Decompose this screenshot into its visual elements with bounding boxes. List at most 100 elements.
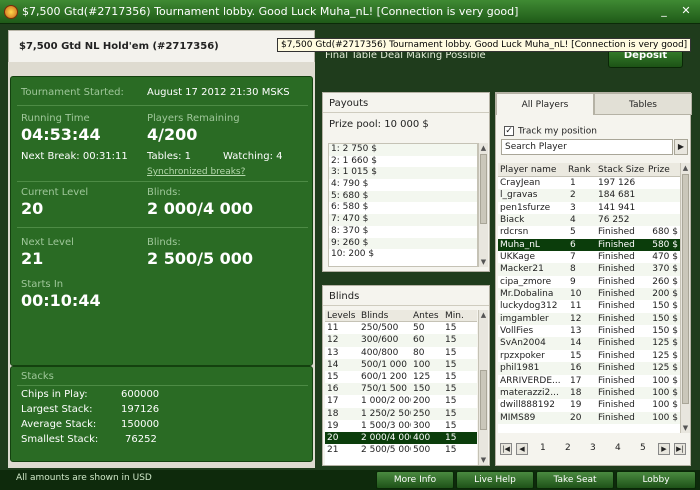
track-position[interactable]: ✓ Track my position [504,126,597,137]
player-cell: 15 [570,350,582,361]
track-position-checkbox[interactable]: ✓ [504,126,514,136]
player-row[interactable]: cipa_zmore 9 Finished 260 $ [498,276,680,288]
player-row[interactable]: CrayJean 1 197 126 [498,177,680,189]
blind-level-row[interactable]: 13 400/800 80 15 [325,347,477,359]
col-header[interactable]: Antes [413,310,439,322]
live-help-button[interactable]: Live Help [456,471,534,489]
player-row[interactable]: materazzi2... 18 Finished 100 $ [498,386,680,400]
page-link[interactable]: 1 [540,443,546,453]
col-header[interactable]: Rank [568,163,591,177]
col-header[interactable]: Player name [500,163,556,177]
page-link[interactable]: 2 [565,443,571,453]
blind-level-row[interactable]: 16 750/1 500 150 15 [325,383,477,396]
blind-level-row[interactable]: 11 250/500 50 15 [325,322,477,334]
player-row[interactable]: dwill888192 19 Finished 100 $ [498,399,680,411]
player-row[interactable]: l_gravas 2 184 681 [498,189,680,202]
players-tabs: All Players Tables [496,93,692,115]
blind-level-row[interactable]: 14 500/1 000 100 15 [325,358,477,371]
blind-cell: 15 [445,323,457,334]
player-cell: 7 [570,252,576,263]
player-row[interactable]: imgambler 12 Finished 150 $ [498,312,680,326]
scroll-down-icon[interactable]: ▼ [681,423,690,433]
scroll-down-icon[interactable]: ▼ [479,257,488,267]
payout-item: 6: 580 $ [331,202,369,213]
player-cell: ARRIVERDE... [500,375,561,386]
player-cell: 141 941 [598,202,636,213]
more-info-button[interactable]: More Info [376,471,454,489]
tab-tables[interactable]: Tables [594,93,692,115]
player-row[interactable]: VollFies 13 Finished 150 $ [498,325,680,337]
stack-value: 150000 [121,419,160,430]
col-header[interactable]: Prize [648,163,670,177]
col-header[interactable]: Levels [327,310,355,322]
payouts-scrollbar[interactable]: ▲ ▼ [478,143,488,267]
prev-page-icon[interactable]: ◀ [516,443,528,455]
next-page-icon[interactable]: ▶ [658,443,670,455]
minimize-button[interactable]: _ [656,4,672,20]
player-row[interactable]: phil1981 16 Finished 125 $ [498,362,680,375]
player-row[interactable]: UKKage 7 Finished 470 $ [498,251,680,263]
player-cell: 13 [570,326,582,337]
players-remaining-value: 4/200 [147,125,198,144]
scroll-thumb[interactable] [480,154,487,224]
players-scrollbar[interactable]: ▲ ▼ [680,163,690,433]
blind-level-row[interactable]: 19 1 500/3 000 300 15 [325,420,477,432]
close-button[interactable]: ✕ [678,4,694,20]
payout-item: 7: 470 $ [329,214,477,226]
player-row[interactable]: Mr.Dobalina 10 Finished 200 $ [498,288,680,301]
player-cell: 200 $ [652,289,678,300]
player-row[interactable]: SvAn2004 14 Finished 125 $ [498,337,680,350]
blind-cell: 60 [413,335,425,346]
page-link[interactable]: 4 [615,443,621,453]
blind-cell: 750/1 500 [361,384,407,395]
search-player-input[interactable]: Search Player [501,139,673,155]
blind-level-row[interactable]: 12 300/600 60 15 [325,334,477,347]
scroll-up-icon[interactable]: ▲ [479,310,488,320]
players-remaining-label: Players Remaining [147,113,240,124]
player-row[interactable]: Macker21 8 Finished 370 $ [498,263,680,276]
blind-cell: 12 [327,335,339,346]
player-row[interactable]: Biack 4 76 252 [498,214,680,227]
player-cell: 150 $ [652,313,678,324]
player-row[interactable]: ARRIVERDE... 17 Finished 100 $ [498,375,680,387]
player-row[interactable]: rdcrsn 5 Finished 680 $ [498,226,680,238]
player-cell: cipa_zmore [500,276,552,287]
scroll-up-icon[interactable]: ▲ [479,143,488,153]
players-table[interactable]: Player name Rank Stack Size Prize CrayJe… [498,163,680,433]
blind-level-row[interactable]: 18 1 250/2 500 250 15 [325,407,477,420]
blinds-table[interactable]: Levels Blinds Antes Min. 11 250/500 50 15 12… [325,310,477,465]
scroll-down-icon[interactable]: ▼ [479,455,488,465]
blind-level-row[interactable]: 21 2 500/5 000 500 15 [325,444,477,456]
player-row[interactable]: luckydog312 11 Finished 150 $ [498,300,680,312]
page-link[interactable]: 3 [590,443,596,453]
scroll-up-icon[interactable]: ▲ [681,163,690,173]
blinds-scrollbar[interactable]: ▲ ▼ [478,310,488,465]
blind-level-row[interactable]: 20 2 000/4 000 400 15 [325,431,477,445]
blind-level-row[interactable]: 17 1 000/2 000 200 15 [325,395,477,407]
col-header[interactable]: Stack Size [598,163,644,177]
player-row[interactable]: pen1sfurze 3 141 941 [498,202,680,214]
player-cell: Finished [598,326,635,337]
player-cell: 17 [570,375,582,386]
scroll-thumb[interactable] [682,174,689,404]
player-row[interactable]: Muha_nL 6 Finished 580 $ [498,238,680,252]
tab-all-players[interactable]: All Players [496,93,594,115]
take-seat-button[interactable]: Take Seat [536,471,614,489]
scroll-thumb[interactable] [480,370,487,430]
last-page-icon[interactable]: ▶| [674,443,686,455]
page-link[interactable]: 5 [640,443,646,453]
player-row[interactable]: rpzxpoker 15 Finished 125 $ [498,350,680,362]
blind-cell: 14 [327,359,339,370]
player-row[interactable]: MIMS89 20 Finished 100 $ [498,411,680,424]
synchronized-breaks-link[interactable]: Synchronized breaks? [147,167,245,177]
search-go-icon[interactable]: ▶ [674,139,688,155]
player-cell: Finished [598,313,635,324]
col-header[interactable]: Blinds [361,310,388,322]
title-tooltip: $7,500 Gtd(#2717356) Tournament lobby. G… [277,38,692,52]
blind-level-row[interactable]: 15 600/1 200 125 15 [325,371,477,383]
payouts-list[interactable]: 1: 2 750 $ 2: 1 660 $ 3: 1 015 $ 4: 790 … [328,143,478,267]
first-page-icon[interactable]: |◀ [500,443,512,455]
player-cell: VollFies [500,326,534,337]
lobby-button[interactable]: Lobby [616,471,696,489]
col-header[interactable]: Min. [445,310,464,322]
